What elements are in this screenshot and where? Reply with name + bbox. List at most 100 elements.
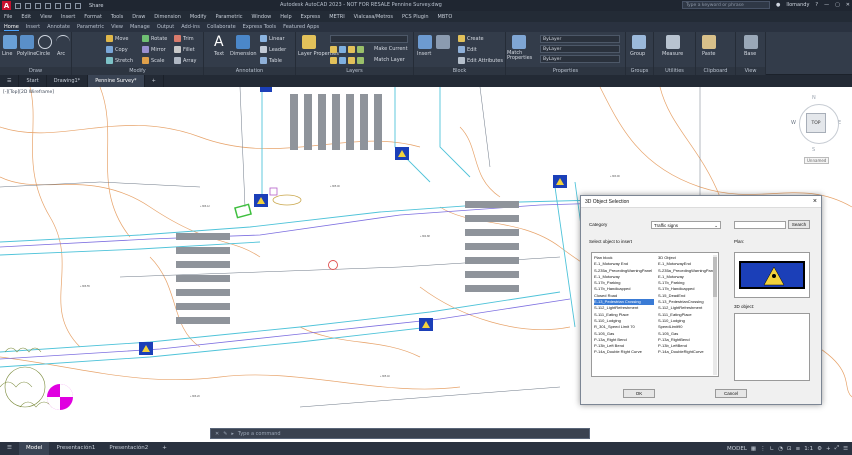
groups-panel-label[interactable]: Groups bbox=[626, 67, 653, 75]
utilities-panel-label[interactable]: Utilities bbox=[654, 67, 695, 75]
modify-panel-label[interactable]: Modify bbox=[72, 67, 203, 75]
add-layout-icon[interactable]: + bbox=[155, 442, 174, 455]
annotation-scale-button[interactable]: 1:1 bbox=[804, 446, 813, 452]
block-panel-label[interactable]: Block bbox=[414, 67, 505, 75]
move-button[interactable]: Move bbox=[106, 35, 128, 42]
menu-item-pcs-plugin[interactable]: PCS Plugin bbox=[402, 14, 429, 20]
polyline-button[interactable]: Polyline bbox=[17, 51, 36, 57]
menu-item-help[interactable]: Help bbox=[280, 14, 291, 20]
close-command-icon[interactable]: ✕ bbox=[215, 431, 219, 437]
customize-icon[interactable]: ✎ bbox=[223, 431, 227, 437]
customize-status-icon[interactable]: ☰ bbox=[843, 446, 848, 452]
grid-icon[interactable]: ▦ bbox=[751, 446, 756, 452]
ortho-icon[interactable]: ∟ bbox=[770, 446, 775, 452]
save-icon[interactable] bbox=[35, 2, 41, 9]
ribbon-tab-parametric[interactable]: Parametric bbox=[77, 24, 104, 30]
menu-item-draw[interactable]: Draw bbox=[132, 14, 145, 20]
measure-button[interactable]: Measure bbox=[662, 51, 683, 57]
wcs-menu[interactable]: Unnamed bbox=[804, 157, 830, 164]
new-tab-icon[interactable]: + bbox=[145, 75, 164, 87]
maximize-icon[interactable]: ▢ bbox=[835, 2, 840, 8]
ribbon-tab-view[interactable]: View bbox=[111, 24, 123, 30]
table-button[interactable]: Table bbox=[260, 57, 282, 64]
category-select[interactable]: Traffic signs ⌄ bbox=[651, 221, 721, 229]
share-button[interactable]: Share bbox=[89, 3, 103, 9]
ok-button[interactable]: OK bbox=[623, 389, 655, 398]
text-button[interactable]: Text bbox=[214, 51, 224, 57]
layout-tab-2[interactable]: Presentación2 bbox=[102, 442, 155, 455]
layer-tools-row-2[interactable] bbox=[330, 57, 364, 64]
menu-item-file[interactable]: File bbox=[4, 14, 12, 20]
dialog-close-icon[interactable]: × bbox=[813, 196, 817, 208]
menu-item-modify[interactable]: Modify bbox=[190, 14, 207, 20]
search-button[interactable]: Search bbox=[788, 220, 810, 229]
menu-item-tools[interactable]: Tools bbox=[111, 14, 123, 20]
leader-button[interactable]: Leader bbox=[260, 46, 286, 53]
cancel-button[interactable]: Cancel bbox=[715, 389, 747, 398]
edit-block-button[interactable]: Edit bbox=[458, 46, 477, 53]
rotate-button[interactable]: Rotate bbox=[142, 35, 167, 42]
doc-tab-pennine-survey[interactable]: Pennine Survey* bbox=[88, 75, 145, 87]
line-icon[interactable] bbox=[3, 35, 17, 49]
circle-button[interactable]: Circle bbox=[36, 51, 50, 57]
command-input[interactable]: Type a command bbox=[238, 431, 281, 437]
ribbon-tab-add-ins[interactable]: Add-ins bbox=[181, 24, 200, 30]
menu-item-express[interactable]: Express bbox=[301, 14, 321, 20]
menu-item-parametric[interactable]: Parametric bbox=[215, 14, 242, 20]
ribbon-tab-insert[interactable]: Insert bbox=[26, 24, 40, 30]
linear-dim-button[interactable]: Linear bbox=[260, 35, 285, 42]
model-space-button[interactable]: MODEL bbox=[727, 446, 747, 452]
layer-properties-icon[interactable] bbox=[302, 35, 316, 49]
menu-item-dimension[interactable]: Dimension bbox=[154, 14, 181, 20]
minimize-icon[interactable]: — bbox=[824, 2, 829, 8]
arc-button[interactable]: Arc bbox=[57, 51, 65, 57]
dimension-button[interactable]: Dimension bbox=[230, 51, 257, 57]
print-icon[interactable] bbox=[55, 2, 61, 9]
plan-list-item[interactable]: P-14a_Double Right Curve bbox=[594, 349, 654, 355]
viewcube-west[interactable]: W bbox=[791, 120, 796, 126]
fullscreen-icon[interactable]: ⤢ bbox=[835, 445, 839, 452]
ribbon-tab-featured-apps[interactable]: Featured Apps bbox=[283, 24, 319, 30]
scale-button[interactable]: Scale bbox=[142, 57, 164, 64]
menu-item-edit[interactable]: Edit bbox=[21, 14, 31, 20]
open-file-icon[interactable] bbox=[25, 2, 31, 9]
array-button[interactable]: Array bbox=[174, 57, 196, 64]
menu-item-window[interactable]: Window bbox=[252, 14, 272, 20]
base-button[interactable]: Base bbox=[744, 51, 756, 57]
match-layer-button[interactable]: Match Layer bbox=[374, 57, 405, 63]
color-dropdown[interactable]: ByLayer bbox=[540, 35, 620, 43]
base-view-icon[interactable] bbox=[744, 35, 758, 49]
ribbon-tab-collaborate[interactable]: Collaborate bbox=[207, 24, 236, 30]
trim-button[interactable]: Trim bbox=[174, 35, 194, 42]
group-button[interactable]: Group bbox=[630, 51, 645, 57]
dimension-icon[interactable] bbox=[236, 35, 250, 49]
save-as-icon[interactable] bbox=[45, 2, 51, 9]
ribbon-tab-annotate[interactable]: Annotate bbox=[47, 24, 70, 30]
viewcube[interactable]: N W E S TOP Unnamed bbox=[790, 95, 850, 164]
copy-button[interactable]: Copy bbox=[106, 46, 128, 53]
osnap-icon[interactable]: ⊡ bbox=[787, 446, 792, 452]
model-tab[interactable]: Model bbox=[18, 442, 50, 455]
snap-icon[interactable]: ⋮ bbox=[760, 446, 766, 452]
layout-list-icon[interactable]: ☰ bbox=[0, 442, 19, 455]
polyline-icon[interactable] bbox=[20, 35, 34, 49]
keyword-search-input[interactable]: Type a keyword or phrase bbox=[681, 1, 770, 9]
menu-item-format[interactable]: Format bbox=[84, 14, 102, 20]
redo-icon[interactable] bbox=[75, 2, 81, 9]
lineweight-icon[interactable]: ≡ bbox=[796, 446, 801, 452]
close-icon[interactable]: ✕ bbox=[846, 2, 850, 8]
match-properties-button[interactable]: Match Properties bbox=[507, 51, 535, 61]
clipboard-panel-label[interactable]: Clipboard bbox=[696, 67, 735, 75]
properties-panel-label[interactable]: Properties bbox=[506, 67, 625, 75]
object-3d-list-item[interactable]: S-235a_PrecedingWarningPanel bbox=[658, 268, 716, 274]
drawing-canvas[interactable]: + 805.00 + 806.12 + 804.88 + 806.55 + 80… bbox=[0, 87, 852, 442]
edit-attributes-button[interactable]: Edit Attributes bbox=[458, 57, 503, 64]
menu-item-insert[interactable]: Insert bbox=[61, 14, 75, 20]
ribbon-tab-manage[interactable]: Manage bbox=[130, 24, 150, 30]
lineweight-dropdown[interactable]: ByLayer bbox=[540, 55, 620, 63]
annotation-panel-label[interactable]: Annotation bbox=[204, 67, 295, 75]
plan-list-item[interactable]: S-235a_PrecedingWarningPanel bbox=[594, 268, 654, 274]
polar-icon[interactable]: ◔ bbox=[778, 446, 783, 452]
paste-button[interactable]: Paste bbox=[702, 51, 716, 57]
object-3d-list-item[interactable]: P-14a_DoubleRightCurve bbox=[658, 349, 716, 355]
